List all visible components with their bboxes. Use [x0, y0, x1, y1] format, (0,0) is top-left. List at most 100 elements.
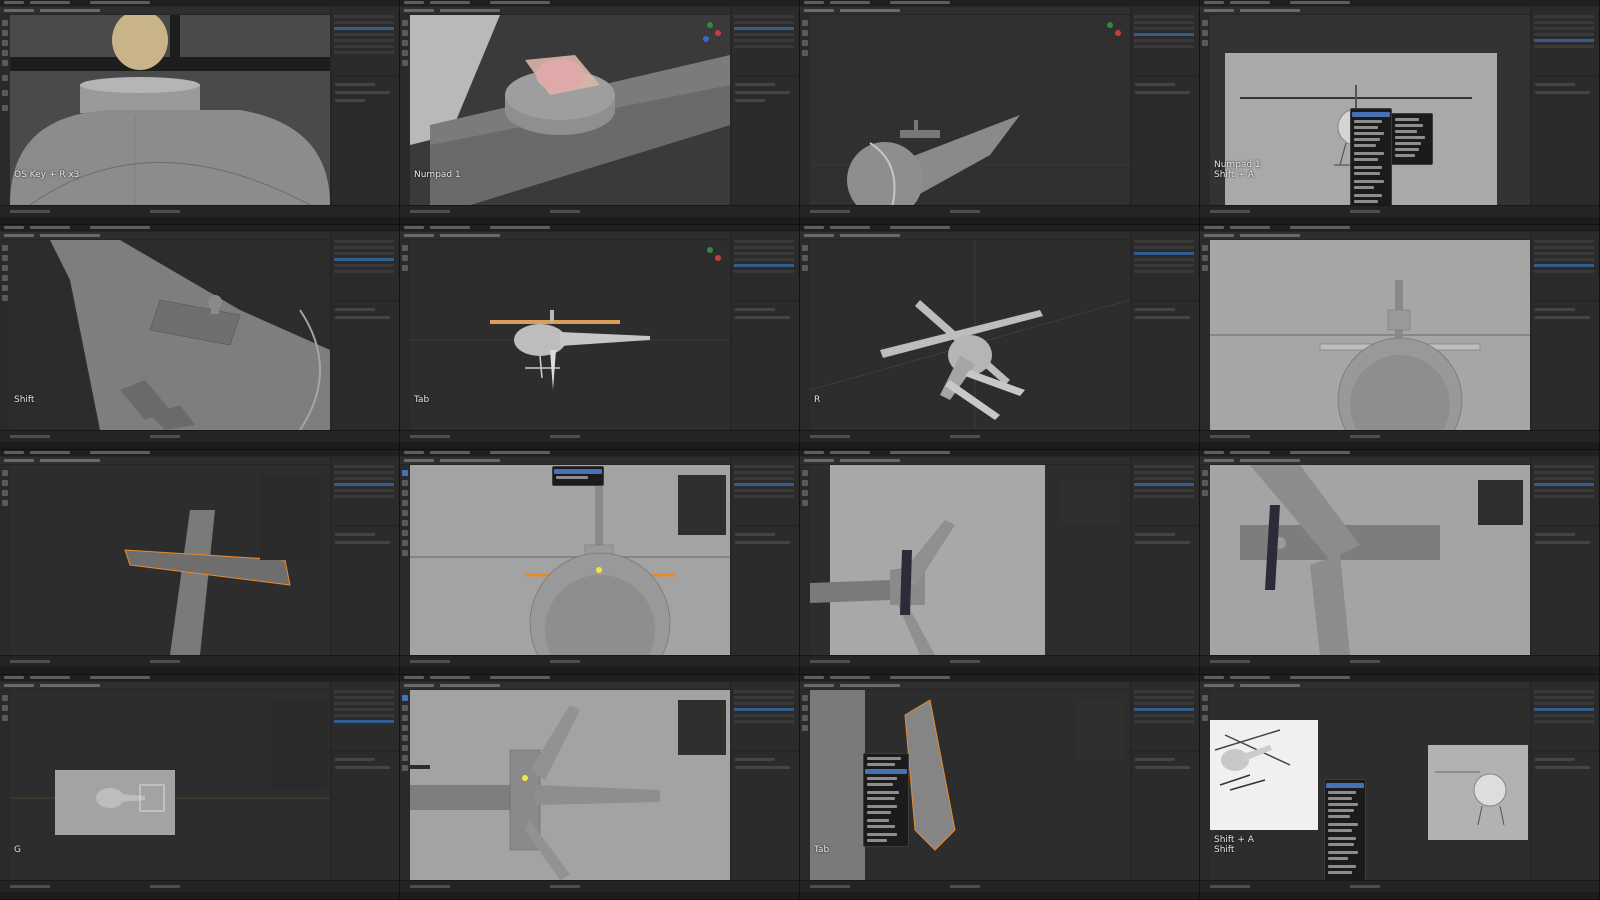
- viewport-header[interactable]: [1200, 682, 1530, 689]
- key-overlay: R: [814, 395, 821, 405]
- properties-panel[interactable]: [332, 752, 399, 880]
- outliner-panel[interactable]: [1132, 232, 1199, 300]
- properties-panel[interactable]: [732, 77, 799, 205]
- outliner-panel[interactable]: [332, 7, 399, 75]
- tile-13: G: [0, 675, 400, 900]
- viewport-header[interactable]: [400, 457, 730, 464]
- 3d-viewport[interactable]: [10, 240, 330, 430]
- properties-panel[interactable]: [732, 752, 799, 880]
- 3d-viewport[interactable]: [810, 240, 1130, 430]
- add-menu[interactable]: [1324, 779, 1366, 881]
- outliner-panel[interactable]: [1532, 232, 1599, 300]
- top-menu-bar: [1200, 450, 1599, 456]
- 3d-viewport[interactable]: [810, 15, 1130, 205]
- outliner-panel[interactable]: [1132, 457, 1199, 525]
- viewport-header[interactable]: [1200, 232, 1530, 239]
- properties-panel[interactable]: [1532, 527, 1599, 655]
- properties-panel[interactable]: [1132, 77, 1199, 205]
- viewport-header[interactable]: [0, 232, 330, 239]
- top-menu-bar: [400, 0, 799, 6]
- tool-shelf[interactable]: [400, 465, 410, 655]
- tool-shelf[interactable]: [0, 240, 10, 430]
- outliner-panel[interactable]: [1532, 682, 1599, 750]
- outliner-panel[interactable]: [332, 682, 399, 750]
- key-overlay: Shift + A Shift: [1214, 835, 1254, 855]
- tool-shelf[interactable]: [1200, 240, 1210, 430]
- tool-shelf[interactable]: [800, 240, 810, 430]
- tool-shelf[interactable]: [400, 690, 410, 880]
- tool-shelf[interactable]: [1200, 465, 1210, 655]
- viewport-header[interactable]: [400, 682, 730, 689]
- outliner-panel[interactable]: [1132, 7, 1199, 75]
- viewport-header[interactable]: [800, 457, 1130, 464]
- viewport-header[interactable]: [800, 7, 1130, 14]
- 3d-viewport[interactable]: [810, 690, 1130, 880]
- key-overlay: G: [14, 845, 21, 855]
- properties-panel[interactable]: [1532, 302, 1599, 430]
- edit-menu[interactable]: [552, 466, 604, 486]
- top-menu-bar: [800, 450, 1199, 456]
- key-overlay: Numpad 1 Shift + A: [1214, 160, 1261, 180]
- status-bar: [800, 667, 1199, 674]
- outliner-panel[interactable]: [1132, 682, 1199, 750]
- viewport-header[interactable]: [1200, 7, 1530, 14]
- add-menu[interactable]: [1350, 108, 1392, 210]
- outliner-panel[interactable]: [332, 457, 399, 525]
- 3d-viewport[interactable]: [10, 465, 330, 655]
- 3d-viewport[interactable]: [1210, 690, 1530, 880]
- outliner-panel[interactable]: [732, 457, 799, 525]
- properties-panel[interactable]: [332, 302, 399, 430]
- tool-shelf[interactable]: [1200, 15, 1210, 205]
- status-bar: [0, 442, 399, 449]
- properties-panel[interactable]: [1532, 77, 1599, 205]
- outliner-panel[interactable]: [732, 682, 799, 750]
- properties-panel[interactable]: [332, 527, 399, 655]
- properties-panel[interactable]: [1532, 752, 1599, 880]
- tile-14: [400, 675, 800, 900]
- properties-panel[interactable]: [732, 527, 799, 655]
- properties-panel[interactable]: [732, 302, 799, 430]
- properties-panel[interactable]: [332, 77, 399, 205]
- tool-shelf[interactable]: [0, 690, 10, 880]
- tile-11: [800, 450, 1200, 675]
- outliner-panel[interactable]: [732, 232, 799, 300]
- tile-2: Numpad 1: [400, 0, 800, 225]
- properties-panel[interactable]: [1132, 752, 1199, 880]
- context-menu[interactable]: [863, 753, 909, 847]
- tool-shelf[interactable]: [800, 15, 810, 205]
- tool-shelf[interactable]: [800, 465, 810, 655]
- outliner-panel[interactable]: [732, 7, 799, 75]
- viewport-header[interactable]: [0, 457, 330, 464]
- properties-panel[interactable]: [1132, 302, 1199, 430]
- top-menu-bar: [400, 450, 799, 456]
- tool-shelf[interactable]: [0, 15, 10, 205]
- 3d-viewport[interactable]: [10, 690, 330, 880]
- mesh-submenu[interactable]: [1391, 113, 1433, 165]
- viewport-header[interactable]: [0, 7, 330, 14]
- properties-panel[interactable]: [1132, 527, 1199, 655]
- tool-shelf[interactable]: [400, 240, 410, 430]
- tool-shelf[interactable]: [0, 465, 10, 655]
- top-menu-bar: [0, 0, 399, 6]
- 3d-viewport[interactable]: [410, 465, 730, 655]
- 3d-viewport[interactable]: [810, 465, 1130, 655]
- outliner-panel[interactable]: [1532, 7, 1599, 75]
- 3d-viewport[interactable]: [410, 690, 730, 880]
- viewport-header[interactable]: [400, 232, 730, 239]
- tool-shelf[interactable]: [800, 690, 810, 880]
- tool-shelf[interactable]: [1200, 690, 1210, 880]
- 3d-viewport[interactable]: [410, 240, 730, 430]
- viewport-header[interactable]: [0, 682, 330, 689]
- tool-shelf[interactable]: [400, 15, 410, 205]
- viewport-header[interactable]: [400, 7, 730, 14]
- outliner-panel[interactable]: [332, 232, 399, 300]
- status-bar: [0, 667, 399, 674]
- viewport-header[interactable]: [800, 682, 1130, 689]
- 3d-viewport[interactable]: [1210, 240, 1530, 430]
- key-overlay: Shift: [14, 395, 35, 405]
- viewport-header[interactable]: [800, 232, 1130, 239]
- viewport-header[interactable]: [1200, 457, 1530, 464]
- status-bar: [0, 892, 399, 899]
- 3d-viewport[interactable]: [1210, 465, 1530, 655]
- outliner-panel[interactable]: [1532, 457, 1599, 525]
